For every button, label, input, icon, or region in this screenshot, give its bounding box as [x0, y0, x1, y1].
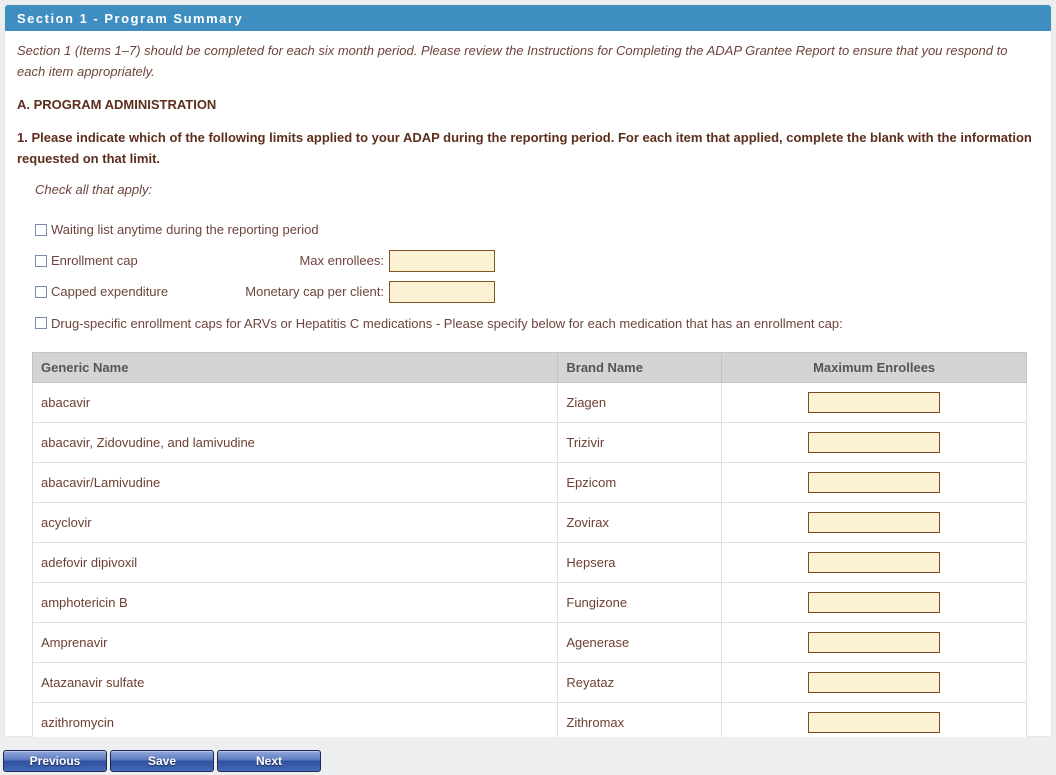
waiting-list-row: Waiting list anytime during the reportin… [35, 214, 1025, 245]
generic-name-cell: abacavir/Lamivudine [31, 462, 559, 503]
brand-name-header: Brand Name [557, 352, 723, 383]
generic-name-cell: amphotericin B [31, 582, 559, 623]
generic-name-cell: Atazanavir sulfate [31, 662, 559, 703]
max-enrollees-cell [721, 502, 1027, 543]
monetary-cap-label: Monetary cap per client: [245, 284, 384, 299]
brand-name-cell: Reyataz [557, 662, 723, 703]
drug-specific-caps-label: Drug-specific enrollment caps for ARVs o… [51, 315, 843, 331]
intro-text: Section 1 (Items 1–7) should be complete… [17, 43, 1008, 79]
max-enrollees-cell [721, 662, 1027, 703]
max-enrollees-input[interactable] [808, 512, 941, 533]
max-enrollees-input[interactable] [808, 472, 941, 493]
next-button[interactable]: Next [217, 750, 321, 772]
max-enrollees-input[interactable] [808, 592, 941, 613]
brand-name-cell: Trizivir [557, 422, 723, 463]
brand-name-cell: Epzicom [557, 462, 723, 503]
table-row: abacavir, Zidovudine, and lamivudine Triz… [31, 422, 1027, 463]
max-enrollees-field[interactable] [389, 249, 495, 272]
check-all-instruction: Check all that apply: [35, 182, 153, 197]
brand-name-cell: Ziagen [557, 382, 723, 423]
generic-name-cell: acyclovir [31, 502, 559, 543]
max-enrollees-input[interactable] [808, 672, 941, 693]
brand-name-cell: Hepsera [557, 542, 723, 583]
table-row: amphotericin B Fungizone [31, 582, 1027, 623]
generic-name-cell: abacavir [31, 382, 559, 423]
max-enrollees-cell [721, 622, 1027, 663]
max-enrollees-cell [721, 462, 1027, 503]
table-row: acyclovir Zovirax [31, 502, 1027, 543]
save-button[interactable]: Save [110, 750, 214, 772]
previous-button[interactable]: Previous [3, 750, 107, 772]
monetary-cap-field[interactable] [389, 280, 495, 303]
generic-name-cell: abacavir, Zidovudine, and lamivudine [31, 422, 559, 463]
max-enrollees-input[interactable] [808, 392, 941, 413]
drug-specific-caps-checkbox[interactable] [35, 317, 47, 329]
enrollment-cap-checkbox[interactable] [35, 254, 47, 267]
capped-expenditure-row: Capped expenditure Monetary cap per clie… [35, 276, 495, 307]
footer-bar: Previous Save Next [0, 737, 1056, 775]
max-enrollees-input[interactable] [808, 552, 941, 573]
enrollment-cap-label: Enrollment cap [51, 253, 138, 268]
drug-table-header-row: Generic Name Brand Name Maximum Enrollee… [31, 352, 1027, 383]
maximum-enrollees-header: Maximum Enrollees [721, 352, 1027, 383]
max-enrollees-input[interactable] [808, 432, 941, 453]
max-enrollees-cell [721, 422, 1027, 463]
brand-name-cell: Agenerase [557, 622, 723, 663]
section-heading: A. PROGRAM ADMINISTRATION [17, 97, 217, 112]
capped-expenditure-label: Capped expenditure [51, 284, 169, 299]
max-enrollees-cell [721, 542, 1027, 583]
brand-name-cell: Fungizone [557, 582, 723, 623]
max-enrollees-label: Max enrollees: [299, 253, 384, 268]
drug-table: Generic Name Brand Name Maximum Enrollee… [31, 352, 1027, 775]
table-row: Amprenavir Agenerase [31, 622, 1027, 663]
main-content: Section 1 (Items 1–7) should be complete… [5, 31, 1051, 775]
generic-name-header: Generic Name [31, 352, 559, 383]
waiting-list-label: Waiting list anytime during the reportin… [51, 222, 319, 237]
capped-expenditure-checkbox[interactable] [35, 285, 47, 298]
max-enrollees-input[interactable] [808, 712, 941, 733]
section-title-bar: Section 1 - Program Summary [5, 5, 1051, 31]
waiting-list-checkbox[interactable] [35, 223, 47, 236]
table-row: adefovir dipivoxil Hepsera [31, 542, 1027, 583]
question-1-text: 1. Please indicate which of the followin… [17, 130, 1032, 166]
drug-specific-caps-row: Drug-specific enrollment caps for ARVs o… [35, 310, 1025, 336]
table-row: abacavir/Lamivudine Epzicom [31, 462, 1027, 503]
enrollment-cap-row: Enrollment cap Max enrollees: [35, 245, 495, 276]
table-row: abacavir Ziagen [31, 382, 1027, 423]
table-row: Atazanavir sulfate Reyataz [31, 662, 1027, 703]
max-enrollees-cell [721, 382, 1027, 423]
content-panel: Section 1 - Program Summary Section 1 (I… [4, 4, 1052, 775]
generic-name-cell: Amprenavir [31, 622, 559, 663]
max-enrollees-input[interactable] [808, 632, 941, 653]
generic-name-cell: adefovir dipivoxil [31, 542, 559, 583]
max-enrollees-cell [721, 582, 1027, 623]
page-title: Section 1 - Program Summary [17, 10, 244, 26]
brand-name-cell: Zovirax [557, 502, 723, 543]
checkbox-group: Waiting list anytime during the reportin… [35, 214, 1039, 336]
